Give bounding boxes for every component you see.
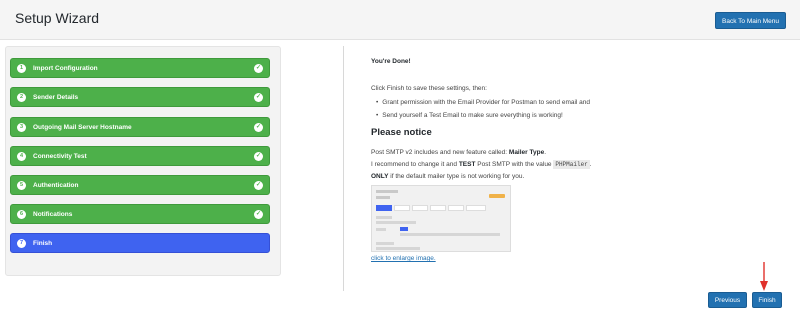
finish-button[interactable]: Finish xyxy=(752,292,782,308)
step-authentication[interactable]: 5 Authentication ✓ xyxy=(10,175,270,195)
step-sender-details[interactable]: 2 Sender Details ✓ xyxy=(10,87,270,107)
step-number: 6 xyxy=(17,210,26,219)
step-label: Import Configuration xyxy=(33,65,98,72)
test-label: TEST xyxy=(458,161,476,168)
intro-text: Click Finish to save these settings, the… xyxy=(371,85,487,92)
done-heading: You're Done! xyxy=(371,58,411,65)
thumb-field xyxy=(400,233,500,236)
step-label: Sender Details xyxy=(33,94,79,101)
page-title: Setup Wizard xyxy=(15,10,100,26)
header-bar: Setup Wizard Back To Main Menu xyxy=(0,0,800,40)
thumb-field xyxy=(376,242,394,245)
notice-text: Post SMTP with the value xyxy=(475,161,554,168)
check-circle-icon: ✓ xyxy=(254,210,263,219)
red-down-arrow-icon xyxy=(760,262,768,291)
next-steps-list: Grant permission with the Email Provider… xyxy=(376,99,590,125)
only-label: ONLY xyxy=(371,173,389,180)
step-number: 7 xyxy=(17,239,26,248)
check-circle-icon: ✓ xyxy=(254,123,263,132)
thumb-field xyxy=(376,216,392,219)
wizard-steps-panel: 1 Import Configuration ✓ 2 Sender Detail… xyxy=(5,46,281,276)
step-number: 3 xyxy=(17,123,26,132)
thumb-field xyxy=(376,221,416,224)
notice-text: Post SMTP v2 includes and new feature ca… xyxy=(371,149,509,156)
phpmailer-code: PHPMailer xyxy=(553,160,590,169)
thumb-tab xyxy=(412,205,428,211)
thumb-tab xyxy=(448,205,464,211)
check-circle-icon: ✓ xyxy=(254,93,263,102)
mailer-type-label: Mailer Type xyxy=(508,149,545,156)
step-label: Authentication xyxy=(33,182,79,189)
list-item: Send yourself a Test Email to make sure … xyxy=(376,112,590,125)
step-import-configuration[interactable]: 1 Import Configuration ✓ xyxy=(10,58,270,78)
notice-line-1: Post SMTP v2 includes and new feature ca… xyxy=(371,149,546,156)
thumb-badge xyxy=(489,194,505,198)
panel-divider xyxy=(343,46,344,291)
notice-text: . xyxy=(544,149,546,156)
thumb-field xyxy=(376,228,386,231)
step-notifications[interactable]: 6 Notifications ✓ xyxy=(10,204,270,224)
step-connectivity-test[interactable]: 4 Connectivity Test ✓ xyxy=(10,146,270,166)
step-number: 1 xyxy=(17,64,26,73)
enlarge-image-link[interactable]: click to enlarge image. xyxy=(371,255,436,262)
settings-screenshot-thumbnail[interactable] xyxy=(371,185,511,252)
thumb-tab xyxy=(394,205,410,211)
step-label: Outgoing Mail Server Hostname xyxy=(33,124,132,131)
thumb-field xyxy=(376,247,420,250)
notice-text: . xyxy=(589,161,592,168)
step-label: Connectivity Test xyxy=(33,153,87,160)
step-number: 4 xyxy=(17,152,26,161)
notice-line-2: I recommend to change it and TEST Post S… xyxy=(371,160,592,169)
step-label: Finish xyxy=(33,240,53,247)
step-label: Notifications xyxy=(33,211,73,218)
check-circle-icon: ✓ xyxy=(254,181,263,190)
notice-heading: Please notice xyxy=(371,127,432,138)
check-circle-icon: ✓ xyxy=(254,152,263,161)
step-finish[interactable]: 7 Finish xyxy=(10,233,270,253)
thumb-button xyxy=(400,227,408,231)
step-outgoing-mail-server-hostname[interactable]: 3 Outgoing Mail Server Hostname ✓ xyxy=(10,117,270,137)
thumb-subtitle-bar xyxy=(376,196,390,199)
check-circle-icon: ✓ xyxy=(254,64,263,73)
thumb-tab xyxy=(466,205,486,211)
notice-text: I recommend to change it and xyxy=(371,161,459,168)
thumb-tab xyxy=(376,205,392,211)
back-to-main-menu-button[interactable]: Back To Main Menu xyxy=(715,12,786,29)
step-number: 2 xyxy=(17,93,26,102)
previous-button[interactable]: Previous xyxy=(708,292,747,308)
list-item: Grant permission with the Email Provider… xyxy=(376,99,590,112)
thumb-tab xyxy=(430,205,446,211)
step-number: 5 xyxy=(17,181,26,190)
notice-line-3: ONLY if the default mailer type is not w… xyxy=(371,173,524,180)
thumb-title-bar xyxy=(376,190,398,193)
notice-text: if the default mailer type is not workin… xyxy=(388,173,525,180)
